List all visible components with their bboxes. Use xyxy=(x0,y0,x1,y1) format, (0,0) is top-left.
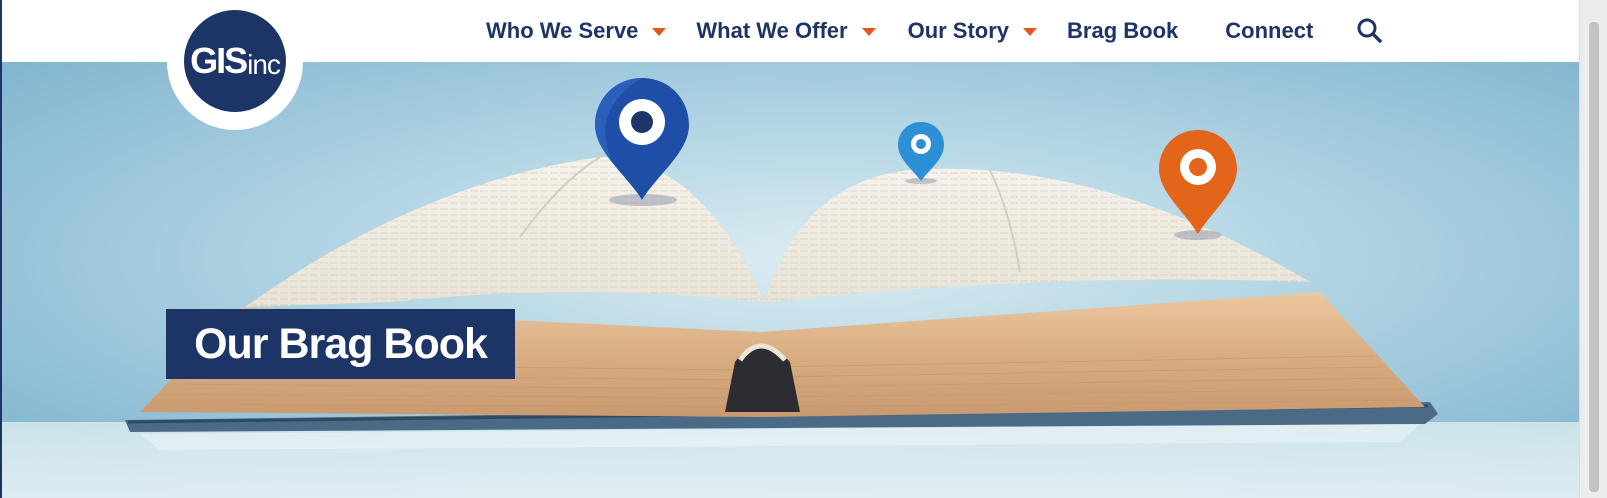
nav-our-story[interactable]: Our Story xyxy=(907,18,1038,44)
logo-circle: GIS inc xyxy=(184,10,286,112)
scrollbar-thumb[interactable] xyxy=(1589,22,1599,492)
dropdown-caret-icon xyxy=(652,28,667,36)
dropdown-caret-icon xyxy=(861,28,876,36)
nav-brag-book[interactable]: Brag Book xyxy=(1067,18,1178,44)
nav-what-we-offer[interactable]: What We Offer xyxy=(696,18,876,44)
page-title: Our Brag Book xyxy=(194,319,488,368)
vertical-scrollbar[interactable] xyxy=(1579,0,1607,498)
search-button[interactable] xyxy=(1355,16,1385,46)
dropdown-caret-icon xyxy=(1023,28,1038,36)
nav-label: Connect xyxy=(1225,18,1314,43)
nav-label: Who We Serve xyxy=(486,18,639,43)
nav-label: What We Offer xyxy=(696,18,848,43)
left-border xyxy=(0,0,2,498)
logo[interactable]: GIS inc xyxy=(167,0,303,130)
logo-suffix: inc xyxy=(247,49,281,80)
nav-label: Our Story xyxy=(907,18,1010,43)
nav-label: Brag Book xyxy=(1067,18,1179,43)
nav-who-we-serve[interactable]: Who We Serve xyxy=(486,18,667,44)
main-nav: Who We Serve What We Offer Our Story Bra… xyxy=(486,13,1385,49)
logo-text: GIS xyxy=(190,40,248,81)
search-icon xyxy=(1357,18,1383,43)
hero-title-box: Our Brag Book xyxy=(166,309,515,379)
nav-connect[interactable]: Connect xyxy=(1225,18,1313,44)
